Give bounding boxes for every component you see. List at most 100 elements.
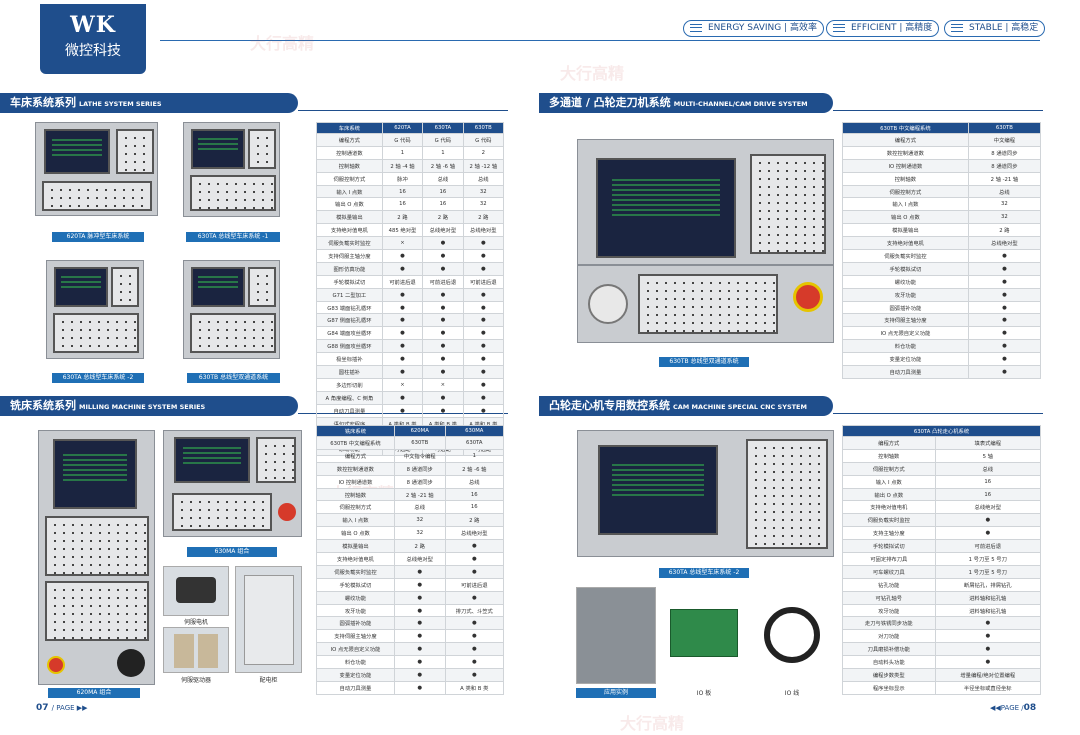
table-cell: 支持伺服主轴分度 — [316, 249, 383, 263]
table-cell: 总线 — [462, 171, 505, 186]
table-row: 输出 O 点数 16 16 32 — [316, 197, 505, 212]
table-cell: 模拟量输出 — [842, 223, 969, 238]
table-cell: 编程方式 — [316, 133, 383, 147]
table-cell: IO 控制通道数 — [316, 474, 395, 489]
controller-image — [183, 260, 280, 359]
table-cell: 进料轴和钻孔轴 — [934, 590, 1042, 605]
column-header: 620MA — [393, 425, 446, 437]
table-cell: G 代码 — [381, 133, 424, 147]
table-cell: ● — [422, 339, 464, 354]
lathe-spec-table: 车床系统 620TA 630TA 630TB 编程方式 G 代码 G 代码 G 代码 控制通道数… — [316, 122, 505, 457]
table-row: 圆柱插补 ● ● ● — [316, 365, 505, 379]
table-row: 支持绝对值电机 总线绝对型 — [842, 500, 1042, 515]
table-row: 程序坐标显示 半径坐标或直径坐标 — [842, 680, 1042, 695]
caption: 630TB 总线型双通道系统 — [187, 373, 280, 383]
table-cell: 2 轴 -4 轴 — [381, 158, 424, 173]
table-header-row: 车床系统 620TA 630TA 630TB — [316, 122, 505, 134]
column-header: 620TA — [381, 122, 424, 134]
table-cell: 数控控制通道数 — [316, 461, 395, 476]
table-row: IO 控制通道数 8 通道同步 — [842, 158, 1042, 173]
table-cell: 16 — [934, 474, 1042, 489]
table-cell: G 代码 — [462, 133, 505, 147]
table-cell: 圆柱插补 — [316, 365, 383, 379]
table-row: 极坐标插补 ● ● ● — [316, 352, 505, 367]
table-cell: 模拟量输出 — [316, 539, 395, 554]
table-row: 料仓功能 ● — [842, 339, 1042, 354]
table-cell: 输出 O 点数 — [316, 526, 395, 541]
table-cell: 编程步数类型 — [842, 668, 936, 682]
table-cell: 630TB — [393, 436, 446, 450]
table-cell: ● — [967, 261, 1042, 276]
table-cell: 极坐标插补 — [316, 352, 383, 367]
section-rule — [298, 110, 508, 111]
caption: 620MA 组合 — [48, 688, 140, 698]
table-cell: ● — [462, 261, 505, 276]
table-cell: 16 — [444, 500, 505, 515]
table-cell: 手轮模拟试切 — [842, 539, 936, 554]
table-cell: G87 侧面钻孔循环 — [316, 313, 383, 328]
column-header: 630MA — [444, 425, 505, 437]
table-cell: 进料轴和钻孔轴 — [934, 603, 1042, 618]
section-rule — [833, 110, 1043, 111]
controller-image — [35, 122, 158, 216]
table-cell: ● — [934, 526, 1042, 541]
table-cell: 8 通道同步 — [967, 145, 1042, 160]
table-row: 伺服控制方式 总线 — [842, 184, 1042, 199]
table-cell: 2 轴 -21 轴 — [393, 487, 446, 502]
table-cell: 630TB 中文编程系统 — [316, 436, 395, 450]
caption: 630MA 组合 — [187, 547, 277, 557]
section-header-cam: 凸轮走心机专用数控系统 CAM MACHINE SPECIAL CNC SYSTE… — [539, 396, 833, 416]
table-cell: ● — [462, 365, 505, 379]
table-cell: 5 轴 — [934, 448, 1042, 463]
table-cell: ● — [381, 261, 424, 276]
table-cell: 16 — [444, 487, 505, 502]
table-cell: 变量定位功能 — [842, 352, 969, 367]
company-logo: WK 微控科技 — [40, 4, 146, 74]
table-cell: 16 — [934, 487, 1042, 502]
controller-image — [163, 430, 302, 537]
controller-image — [46, 260, 144, 359]
caption: 630TB 总线型双通道系统 — [659, 357, 749, 367]
column-header: 630TB 中文编程系统 — [842, 122, 969, 134]
badge-energy: ENERGY SAVING | 高效率 — [683, 20, 824, 37]
table-cell: ● — [462, 339, 505, 354]
table-cell: ● — [967, 339, 1042, 354]
table-cell: 排刀式、斗笠式 — [444, 603, 505, 618]
table-cell: 支持伺服主轴分度 — [316, 629, 395, 644]
table-cell: 支持绝对值电机 — [316, 223, 383, 238]
table-row: G84 端面攻丝循环 ● ● ● — [316, 326, 505, 341]
table-cell: 螺纹功能 — [316, 590, 395, 605]
table-cell: 支持绝对值电机 — [842, 500, 936, 515]
table-row: 伺服负载实时监控 ● ● — [316, 564, 505, 579]
table-cell: ● — [422, 313, 464, 328]
table-row: 支持绝对值电机 总线绝对型 ● — [316, 552, 505, 566]
table-row: 支持伺服主轴分度 ● — [842, 313, 1042, 328]
table-cell: ● — [381, 365, 424, 379]
table-cell: 自动刀具测量 — [316, 680, 395, 695]
table-cell: 螺纹功能 — [842, 274, 969, 289]
table-cell: A 类和 B 类 — [444, 680, 505, 695]
table-cell: 可前进后退 — [422, 274, 464, 289]
table-cell: G71 二型加工 — [316, 287, 383, 302]
menu-icon — [690, 24, 702, 32]
table-cell: 8 通道同步 — [393, 461, 446, 476]
table-cell: × — [422, 377, 464, 392]
table-row: 输入 I 点数 32 2 路 — [316, 513, 505, 528]
table-cell: ● — [462, 236, 505, 251]
table-cell: ● — [462, 249, 505, 263]
table-cell: 增量编程/绝对位置编程 — [934, 668, 1042, 682]
table-cell: ● — [444, 539, 505, 554]
section-header-multi: 多通道 / 凸轮走刀机系统 MULTI-CHANNEL/CAM DRIVE SYS… — [539, 93, 833, 113]
controller-image — [577, 265, 834, 343]
controller-image — [577, 430, 834, 557]
page-number-right: ◀◀PAGE /08 — [990, 703, 1037, 713]
table-cell: 脉冲 — [381, 171, 424, 186]
table-cell: 总线 — [967, 184, 1042, 199]
table-cell: ● — [381, 300, 424, 315]
table-row: G83 端面钻孔循环 ● ● ● — [316, 300, 505, 315]
table-cell: 料仓功能 — [842, 339, 969, 354]
table-cell: × — [381, 377, 424, 392]
table-cell: 数控控制通道数 — [842, 145, 969, 160]
table-cell: ● — [393, 564, 446, 579]
table-cell: ● — [934, 629, 1042, 644]
